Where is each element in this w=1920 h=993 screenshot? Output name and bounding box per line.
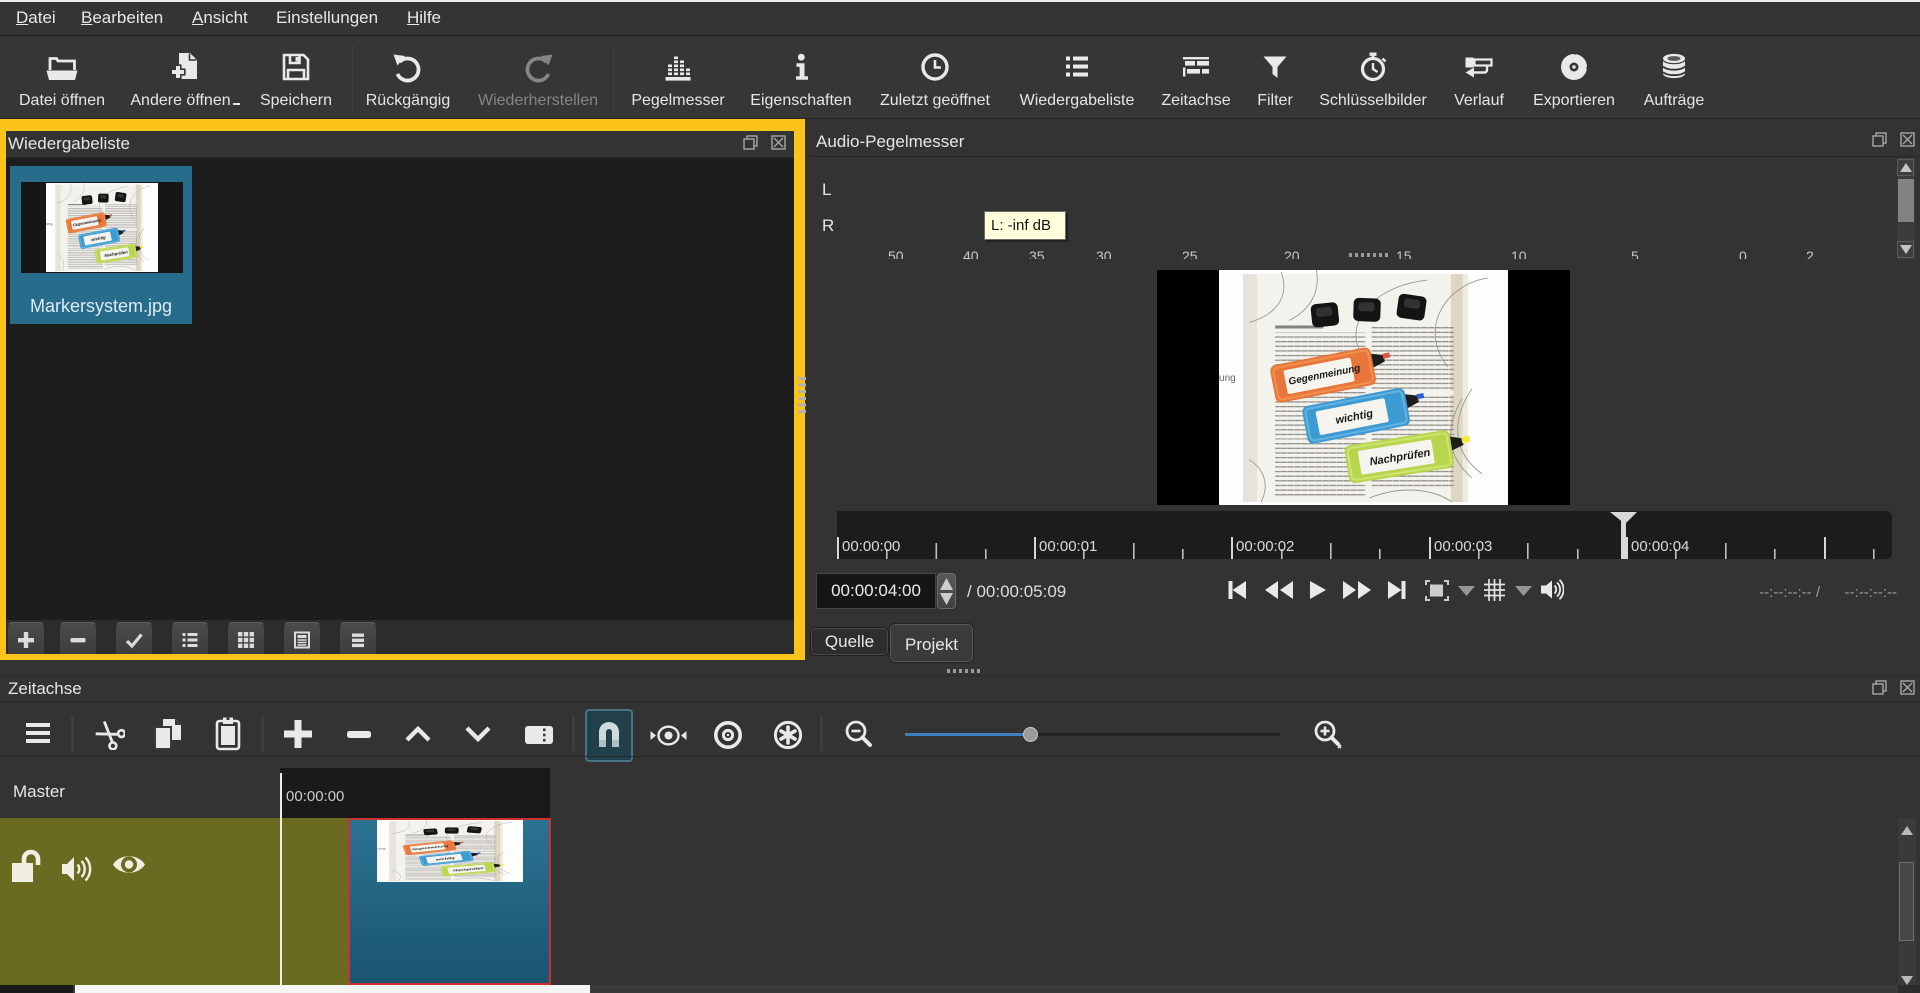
svg-text:00:00:04: 00:00:04 — [1631, 538, 1689, 555]
svg-text:00:00:02: 00:00:02 — [1236, 538, 1294, 555]
svg-text:00:00:01: 00:00:01 — [1039, 538, 1097, 555]
svg-text:00:00:00: 00:00:00 — [842, 538, 900, 555]
svg-text:00:00:03: 00:00:03 — [1434, 538, 1492, 555]
